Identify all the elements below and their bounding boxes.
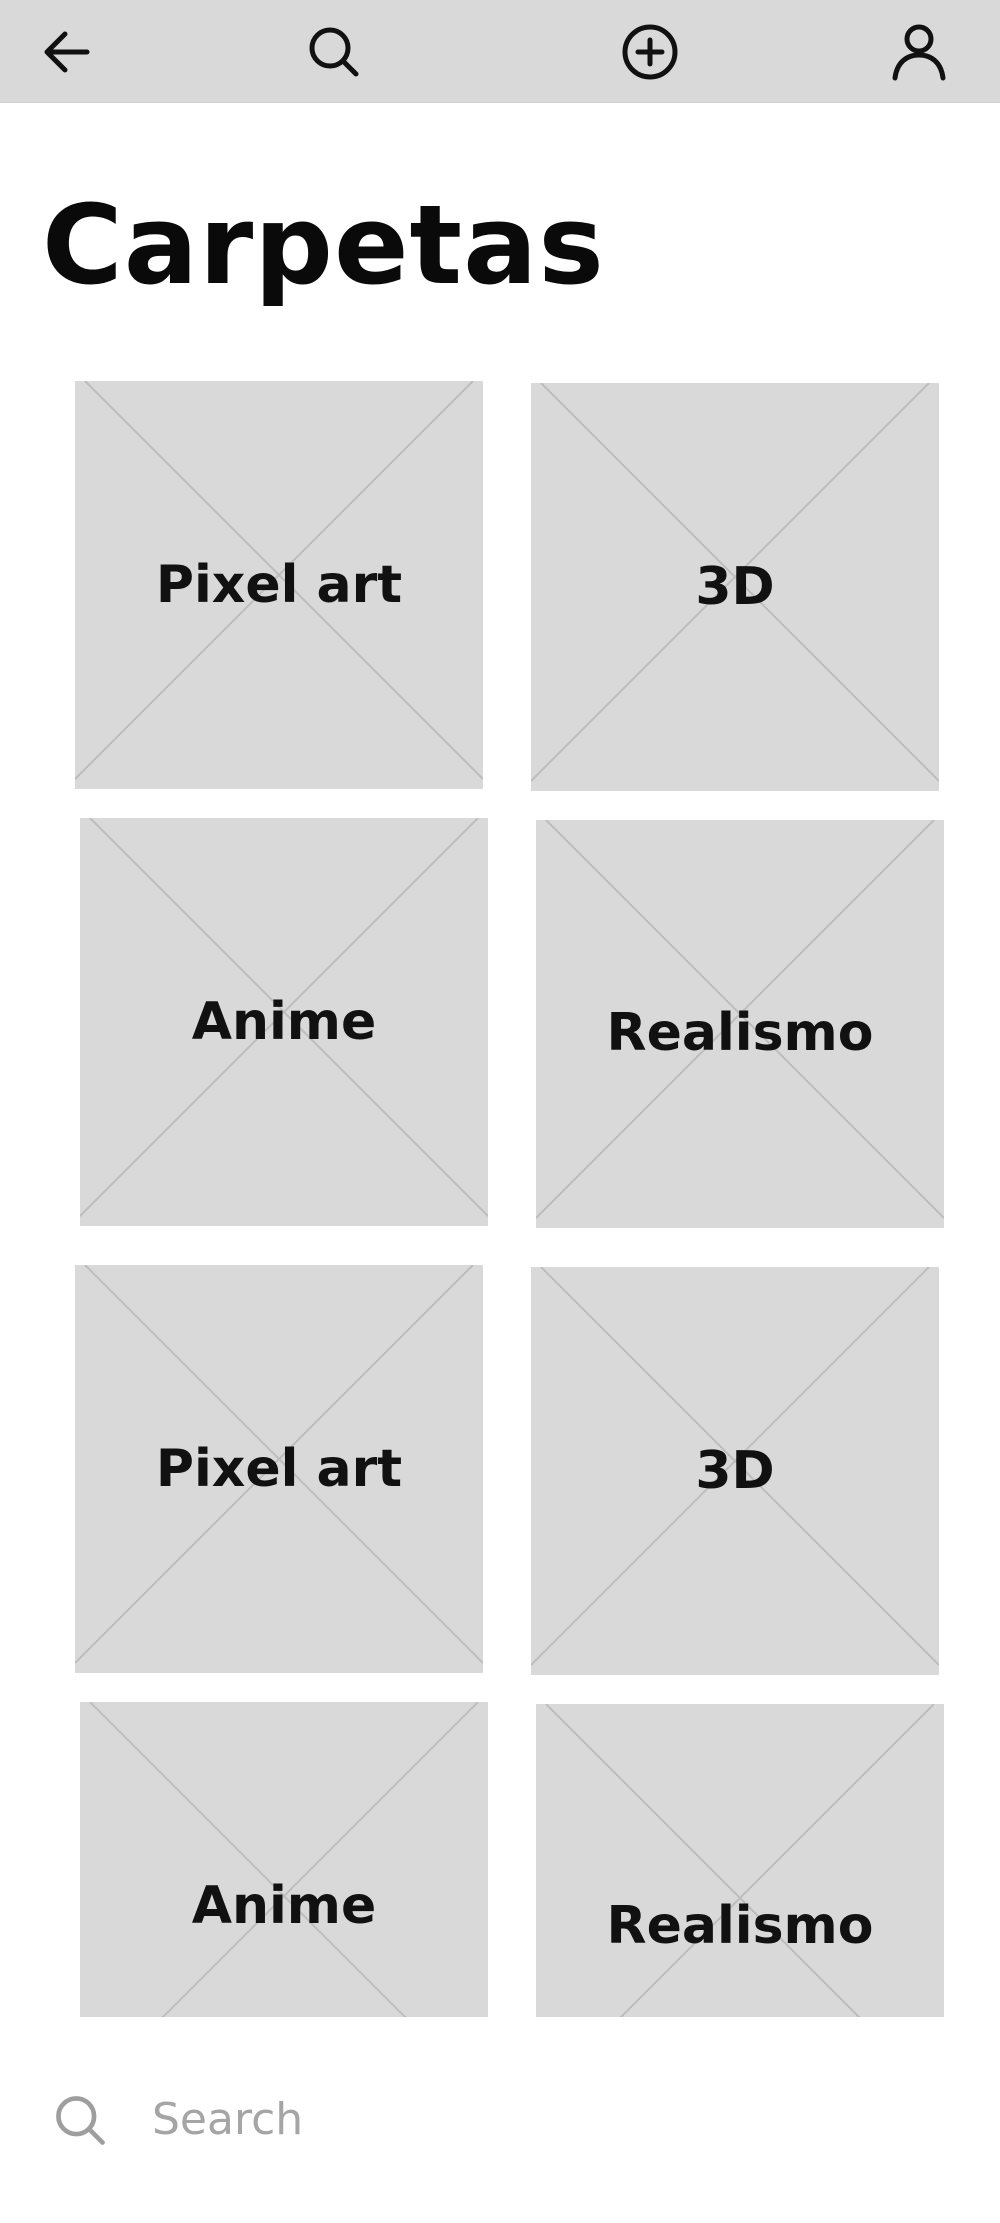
folder-tile[interactable]: Realismo — [536, 820, 944, 1228]
folder-label: 3D — [695, 1441, 775, 1501]
folder-tile[interactable]: Pixel art — [75, 381, 483, 789]
folder-tile[interactable]: Anime — [80, 1702, 488, 2017]
folder-label: Realismo — [606, 1896, 874, 1956]
folder-tile[interactable]: Realismo — [536, 1704, 944, 2017]
folder-label: Anime — [191, 992, 377, 1052]
folder-label: 3D — [695, 557, 775, 617]
folder-tile[interactable]: 3D — [531, 1267, 939, 1675]
search-input[interactable] — [150, 2083, 934, 2155]
folder-grid: Pixel art 3D Anime Realismo Pixel art 3D… — [0, 0, 1000, 2020]
folder-label: Realismo — [606, 1003, 874, 1063]
folder-label: Pixel art — [155, 1439, 403, 1499]
search-bar — [0, 2065, 1000, 2175]
folder-label: Pixel art — [155, 555, 403, 615]
folder-label: Anime — [191, 1876, 377, 1936]
folder-tile[interactable]: Pixel art — [75, 1265, 483, 1673]
folder-tile[interactable]: Anime — [80, 818, 488, 1226]
search-icon — [56, 2096, 105, 2145]
folder-tile[interactable]: 3D — [531, 383, 939, 791]
